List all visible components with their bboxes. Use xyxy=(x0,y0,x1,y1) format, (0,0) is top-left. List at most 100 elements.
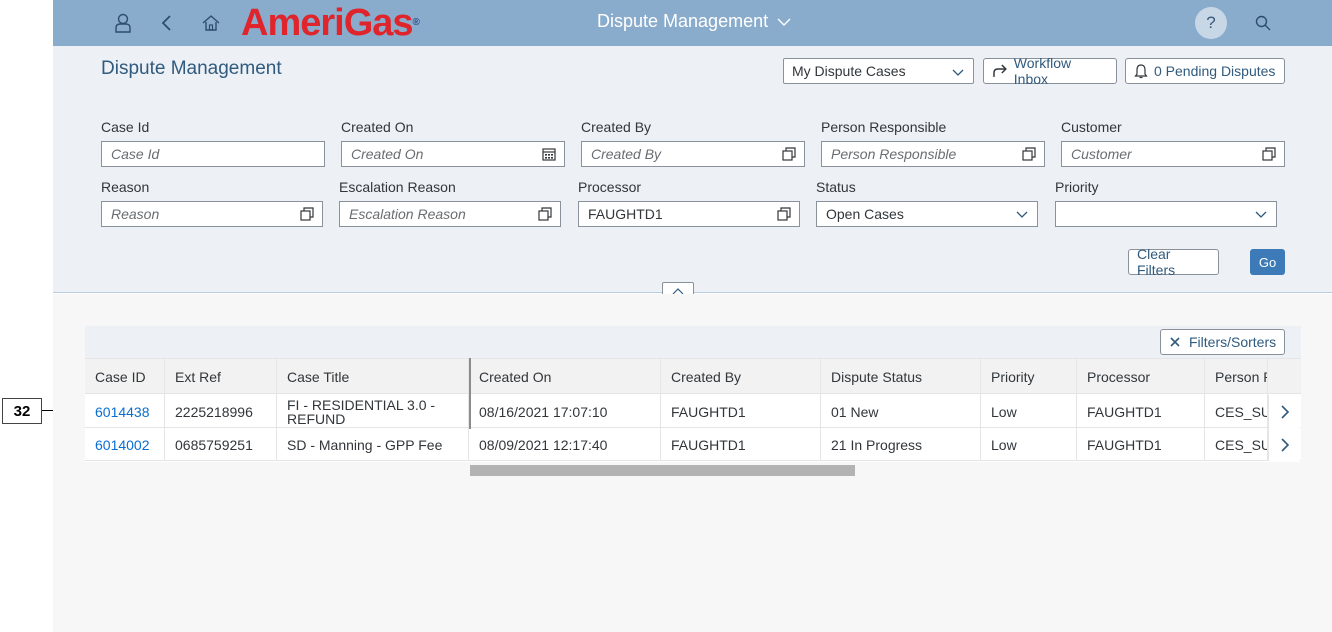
table-row[interactable]: 6014438 2225218996 FI - RESIDENTIAL 3.0 … xyxy=(85,395,1301,428)
table-cell: SD - Manning - GPP Fee xyxy=(277,428,469,461)
go-label: Go xyxy=(1258,254,1277,270)
table-toolbar: Filters/Sorters xyxy=(85,326,1301,358)
value-help-icon[interactable] xyxy=(782,147,796,161)
chevron-down-icon xyxy=(1016,211,1028,218)
back-icon[interactable] xyxy=(154,10,180,36)
reason-input[interactable]: Reason xyxy=(101,201,323,227)
chevron-down-icon xyxy=(777,18,791,26)
column-header[interactable]: Case Title xyxy=(277,359,469,395)
help-button[interactable]: ? xyxy=(1195,7,1227,39)
value-help-icon[interactable] xyxy=(1022,147,1036,161)
table-cell: FAUGHTD1 xyxy=(661,395,821,428)
app-page: 32 AmeriGas® Dispute Management ? Disput… xyxy=(0,0,1332,632)
page-title: Dispute Management xyxy=(101,58,282,79)
value-help-icon[interactable] xyxy=(777,207,791,221)
column-header[interactable]: Ext Ref xyxy=(165,359,277,395)
filters-sorters-button[interactable]: Filters/Sorters xyxy=(1160,329,1286,355)
status-label: Status xyxy=(816,179,856,195)
user-icon[interactable] xyxy=(110,10,136,36)
pending-disputes-button[interactable]: 0 Pending Disputes xyxy=(1125,58,1285,84)
horizontal-scrollbar[interactable] xyxy=(85,462,1301,478)
variant-select[interactable]: My Dispute Cases xyxy=(783,58,974,84)
value-help-icon[interactable] xyxy=(300,207,314,221)
callout-badge: 32 xyxy=(2,398,42,424)
table-cell: 21 In Progress xyxy=(821,428,981,461)
table-cell: FI - RESIDENTIAL 3.0 - REFUND xyxy=(277,395,469,428)
table-cell: 01 New xyxy=(821,395,981,428)
column-header[interactable]: Person R xyxy=(1205,359,1268,395)
row-navigation-arrow[interactable] xyxy=(1268,428,1300,461)
close-icon xyxy=(1170,337,1180,347)
table-row[interactable]: 6014002 0685759251 SD - Manning - GPP Fe… xyxy=(85,428,1301,461)
app-title-menu[interactable]: Dispute Management xyxy=(597,11,792,32)
created-by-input[interactable]: Created By xyxy=(581,141,805,167)
table-cell: FAUGHTD1 xyxy=(661,428,821,461)
chevron-right-icon xyxy=(1280,404,1289,419)
customer-input[interactable]: Customer xyxy=(1061,141,1285,167)
shell-bar: AmeriGas® Dispute Management ? xyxy=(53,0,1332,46)
processor-input[interactable]: FAUGHTD1 xyxy=(578,201,800,227)
person-responsible-label: Person Responsible xyxy=(821,119,947,135)
column-header[interactable]: Priority xyxy=(981,359,1077,395)
row-navigation-arrow[interactable] xyxy=(1268,395,1300,428)
table-cell: 2225218996 xyxy=(165,395,277,428)
value-help-icon[interactable] xyxy=(1262,147,1276,161)
table-cell: FAUGHTD1 xyxy=(1077,428,1205,461)
pending-disputes-label: 0 Pending Disputes xyxy=(1154,63,1276,79)
help-icon: ? xyxy=(1206,13,1216,32)
search-icon[interactable] xyxy=(1250,10,1276,36)
workflow-inbox-label: Workflow Inbox xyxy=(1013,55,1072,87)
home-icon[interactable] xyxy=(198,10,224,36)
customer-label: Customer xyxy=(1061,119,1122,135)
column-resize-divider[interactable] xyxy=(469,358,471,429)
clear-filters-button[interactable]: Clear Filters xyxy=(1128,246,1219,278)
reason-label: Reason xyxy=(101,179,150,195)
escalation-reason-placeholder: Escalation Reason xyxy=(349,206,466,222)
case-id-label: Case Id xyxy=(101,119,150,135)
content-area: Filters/Sorters Case ID Ext Ref Case Tit… xyxy=(53,294,1332,632)
case-id-link[interactable]: 6014438 xyxy=(85,395,165,428)
calendar-icon[interactable] xyxy=(542,147,556,161)
amerigas-logo[interactable]: AmeriGas® xyxy=(241,2,420,44)
scrollbar-thumb[interactable] xyxy=(470,465,855,476)
reason-placeholder: Reason xyxy=(111,206,160,222)
created-on-placeholder: Created On xyxy=(351,146,424,162)
processor-label: Processor xyxy=(578,179,642,195)
variant-select-value: My Dispute Cases xyxy=(792,63,906,79)
person-responsible-input[interactable]: Person Responsible xyxy=(821,141,1045,167)
status-value: Open Cases xyxy=(826,206,904,222)
table-cell: Low xyxy=(981,395,1077,428)
column-header[interactable]: Processor xyxy=(1077,359,1205,395)
table-cell: 08/09/2021 12:17:40 xyxy=(469,428,661,461)
chevron-right-icon xyxy=(1280,437,1289,452)
forward-arrow-icon xyxy=(993,64,1007,77)
processor-value: FAUGHTD1 xyxy=(588,206,663,222)
created-on-label: Created On xyxy=(341,119,414,135)
dispute-table: Filters/Sorters Case ID Ext Ref Case Tit… xyxy=(85,326,1301,478)
brand-registered-mark: ® xyxy=(412,17,420,28)
value-help-icon[interactable] xyxy=(538,207,552,221)
case-id-link[interactable]: 6014002 xyxy=(85,428,165,461)
table-cell: 0685759251 xyxy=(165,428,277,461)
escalation-reason-input[interactable]: Escalation Reason xyxy=(339,201,561,227)
column-header[interactable]: Case ID xyxy=(85,359,165,395)
column-header[interactable]: Dispute Status xyxy=(821,359,981,395)
column-header[interactable]: Created By xyxy=(661,359,821,395)
table-cell: CES_SU xyxy=(1205,428,1268,461)
case-id-input[interactable]: Case Id xyxy=(101,141,325,167)
created-by-placeholder: Created By xyxy=(591,146,662,162)
table-cell: CES_SU xyxy=(1205,395,1268,428)
person-responsible-placeholder: Person Responsible xyxy=(831,146,957,162)
column-header[interactable]: Created On xyxy=(469,359,661,395)
priority-select[interactable] xyxy=(1055,201,1277,227)
customer-placeholder: Customer xyxy=(1071,146,1132,162)
created-on-input[interactable]: Created On xyxy=(341,141,565,167)
filters-sorters-label: Filters/Sorters xyxy=(1189,334,1277,350)
workflow-inbox-button[interactable]: Workflow Inbox xyxy=(983,55,1117,87)
go-button[interactable]: Go xyxy=(1250,249,1285,275)
chevron-down-icon xyxy=(952,69,964,76)
filter-bar: Dispute Management My Dispute Cases Work… xyxy=(53,46,1332,300)
status-select[interactable]: Open Cases xyxy=(816,201,1038,227)
table-cell: FAUGHTD1 xyxy=(1077,395,1205,428)
table-cell: Low xyxy=(981,428,1077,461)
